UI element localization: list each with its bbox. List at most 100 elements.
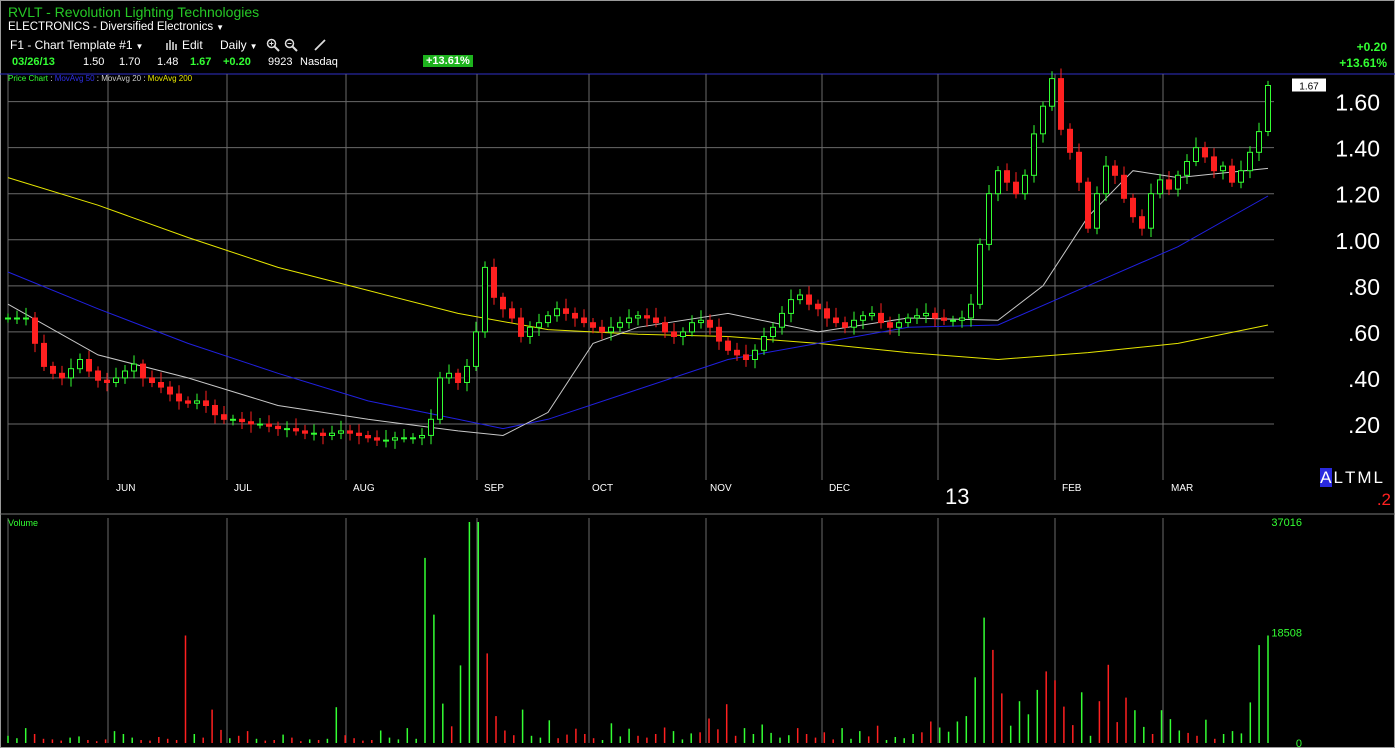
candle-body <box>959 317 965 321</box>
candle-body <box>1202 147 1208 158</box>
candle-body <box>707 319 713 328</box>
candle-body <box>491 266 497 298</box>
candle-body <box>194 400 200 404</box>
candle-body <box>689 322 695 333</box>
candle-body <box>581 317 587 324</box>
candle-body <box>167 386 173 395</box>
candle-body <box>752 349 758 360</box>
candle-body <box>599 326 605 333</box>
year-label: 13 <box>945 484 970 509</box>
candle-body <box>869 312 875 317</box>
candle-body <box>1193 147 1199 162</box>
candle-body <box>905 317 911 324</box>
candle-body <box>1094 193 1100 229</box>
x-tick-label: AUG <box>353 483 375 494</box>
candle-body <box>293 428 299 432</box>
candle-body <box>275 425 281 430</box>
candle-body <box>995 170 1001 195</box>
candle-body <box>500 296 506 310</box>
candle-body <box>1238 170 1244 183</box>
period-option-l2[interactable]: L <box>1374 468 1383 487</box>
candle-body <box>950 319 956 322</box>
x-tick-label: JUN <box>116 483 135 494</box>
candle-body <box>140 363 146 379</box>
candle-body <box>419 435 425 439</box>
candle-body <box>725 340 731 351</box>
price-volume-chart[interactable]: JUN JUL AUG SEP OCT NOV DEC FEB MAR.20.40.60.801… <box>0 0 1395 748</box>
candle-body <box>257 423 263 426</box>
candle-body <box>1130 197 1136 218</box>
candle-body <box>1076 151 1082 183</box>
period-selector[interactable]: ALTML <box>1320 468 1385 488</box>
candle-body <box>338 430 344 434</box>
candle-body <box>122 370 128 379</box>
last-price-flag-text: 1.67 <box>1299 82 1319 93</box>
candle-body <box>95 370 101 381</box>
x-tick-label: MAR <box>1171 483 1193 494</box>
candle-body <box>239 418 245 423</box>
candle-body <box>149 377 155 383</box>
candle-body <box>464 365 470 383</box>
candle-body <box>1220 165 1226 172</box>
candle-body <box>248 421 254 425</box>
candle-body <box>806 294 812 305</box>
candle-body <box>365 435 371 439</box>
candle-body <box>1004 170 1010 183</box>
candle-body <box>788 299 794 314</box>
candle-body <box>563 308 569 314</box>
period-option-m[interactable]: M <box>1357 468 1371 487</box>
candle-body <box>743 354 749 360</box>
candle-body <box>41 342 47 367</box>
candle-body <box>1256 131 1262 153</box>
candle-body <box>185 400 191 404</box>
candle-body <box>347 430 353 434</box>
candle-body <box>86 359 92 372</box>
period-option-l[interactable]: L <box>1334 468 1343 487</box>
candle-body <box>1058 78 1064 130</box>
candle-body <box>1103 165 1109 195</box>
candle-body <box>608 326 614 333</box>
x-tick-label: OCT <box>592 483 613 494</box>
candle-body <box>1013 181 1019 195</box>
candle-body <box>302 430 308 434</box>
volume-panel-label: Volume <box>8 518 39 528</box>
candle-body <box>68 368 74 379</box>
candle-body <box>392 437 398 441</box>
candle-body <box>428 418 434 436</box>
candle-body <box>698 319 704 324</box>
y-tick-label: 1.20 <box>1335 182 1380 208</box>
candle-body <box>383 439 389 442</box>
candle-body <box>356 432 362 437</box>
candle-body <box>896 322 902 328</box>
volume-tick-label: 0 <box>1296 738 1302 748</box>
candle-body <box>32 317 38 344</box>
candle-body <box>635 315 641 319</box>
candle-body <box>590 322 596 328</box>
y-tick-label: 1.40 <box>1335 136 1380 162</box>
candle-body <box>104 379 110 384</box>
candle-body <box>977 243 983 305</box>
candle-body <box>374 437 380 441</box>
candle-body <box>914 315 920 319</box>
candle-body <box>761 336 767 351</box>
candle-body <box>230 418 236 421</box>
candle-body <box>1040 105 1046 135</box>
candle-body <box>1148 193 1154 229</box>
y-tick-label: 1.60 <box>1335 90 1380 116</box>
candle-body <box>932 312 938 319</box>
y-tick-label: .40 <box>1348 366 1380 392</box>
candle-body <box>1166 179 1172 190</box>
candle-body <box>1067 128 1073 153</box>
candle-body <box>203 400 209 406</box>
x-tick-label: DEC <box>829 483 850 494</box>
x-tick-label: SEP <box>484 483 504 494</box>
candle-body <box>1229 165 1235 183</box>
candle-body <box>1211 156 1217 172</box>
candle-body <box>1022 174 1028 195</box>
candle-body <box>770 326 776 337</box>
candle-body <box>266 423 272 427</box>
candle-body <box>1175 174 1181 190</box>
period-option-t[interactable]: T <box>1345 468 1355 487</box>
candle-body <box>113 377 119 383</box>
period-option-a[interactable]: A <box>1320 468 1332 487</box>
